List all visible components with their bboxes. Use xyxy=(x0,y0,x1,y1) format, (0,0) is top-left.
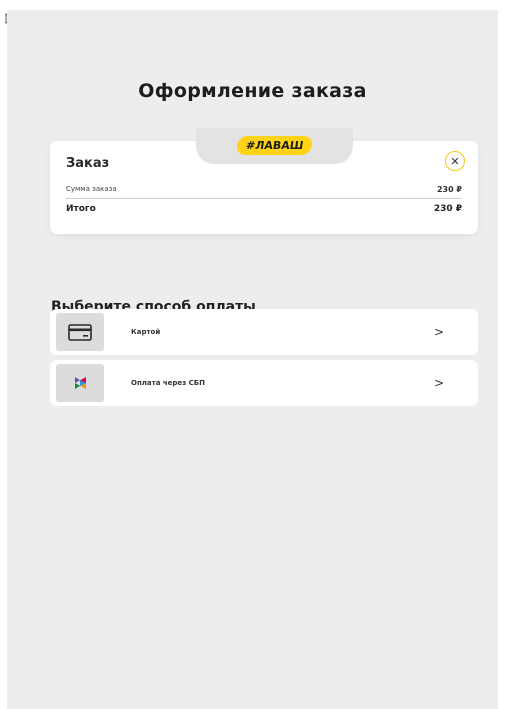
chevron-right-icon: > xyxy=(433,376,444,390)
divider xyxy=(66,198,462,199)
order-sum-value: 230 ₽ xyxy=(436,185,462,194)
payment-method-card[interactable]: Картой > xyxy=(50,309,478,355)
order-total-value: 230 ₽ xyxy=(433,204,462,214)
payment-method-label: Картой xyxy=(131,328,161,336)
order-total-row: Итого 230 ₽ xyxy=(66,204,462,214)
brand-tab: #ЛАВАШ xyxy=(196,128,353,164)
order-total-label: Итого xyxy=(66,204,96,214)
close-button[interactable]: ✕ xyxy=(445,151,465,171)
close-icon: ✕ xyxy=(450,154,460,168)
order-sum-row: Сумма заказа 230 ₽ xyxy=(66,185,462,194)
checkout-page: Оформление заказа Заказ ✕ Сумма заказа 2… xyxy=(7,10,498,709)
payment-method-sbp[interactable]: Оплата через СБП > xyxy=(50,360,478,406)
order-sum-label: Сумма заказа xyxy=(66,185,117,193)
chevron-right-icon: > xyxy=(433,325,444,339)
payment-icon-box xyxy=(56,313,104,351)
payment-icon-box xyxy=(56,364,104,402)
brand-badge: #ЛАВАШ xyxy=(235,136,314,155)
sbp-icon xyxy=(75,377,86,389)
page-title: Оформление заказа xyxy=(138,80,367,102)
payment-method-label: Оплата через СБП xyxy=(131,379,206,387)
card-icon xyxy=(68,323,92,341)
order-label: Заказ xyxy=(66,156,110,171)
